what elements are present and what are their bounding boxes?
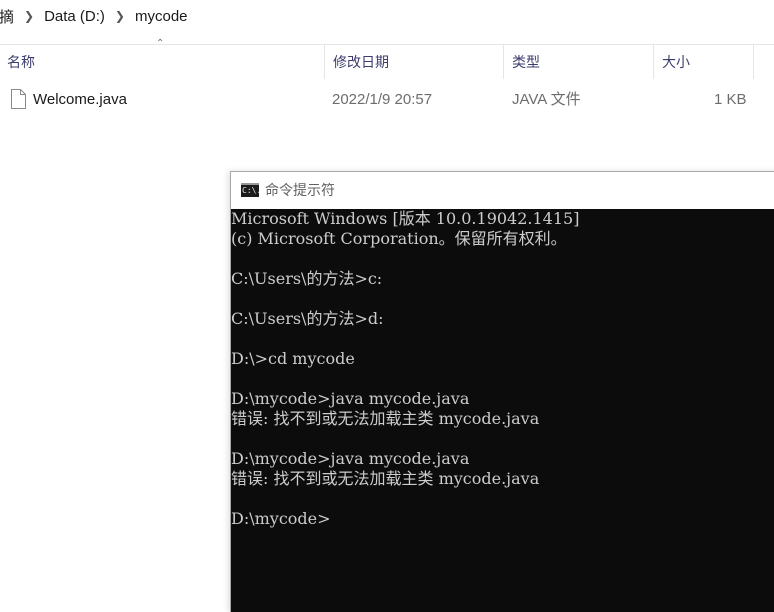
console-line: C:\Users\的方法>c: — [231, 269, 383, 288]
chevron-right-icon[interactable]: ❯ — [18, 9, 40, 23]
console-line: D:\mycode>java mycode.java — [231, 449, 470, 468]
console-line: C:\Users\的方法>d: — [231, 309, 384, 328]
breadcrumb-item-parent[interactable]: 摘 — [0, 6, 18, 27]
file-modified: 2022/1/9 20:57 — [332, 91, 433, 108]
column-header-modified[interactable]: 修改日期 — [333, 45, 389, 79]
chevron-right-icon[interactable]: ❯ — [109, 9, 131, 23]
sort-ascending-icon: ⌃ — [156, 38, 165, 49]
column-header-name[interactable]: 名称 — [7, 45, 35, 79]
column-header-type[interactable]: 类型 — [512, 45, 540, 79]
column-divider[interactable] — [324, 45, 325, 79]
file-row[interactable]: Welcome.java 2022/1/9 20:57 JAVA 文件 1 KB — [0, 86, 774, 114]
breadcrumb-item-data-drive[interactable]: Data (D:) — [40, 8, 109, 25]
address-breadcrumb: 摘 ❯ Data (D:) ❯ mycode — [0, 0, 774, 32]
console-line: D:\mycode>java mycode.java — [231, 389, 470, 408]
console-line: 错误: 找不到或无法加载主类 mycode.java — [231, 409, 540, 428]
column-divider[interactable] — [753, 45, 754, 79]
console-line: D:\>cd mycode — [231, 349, 355, 368]
file-size: 1 KB — [714, 91, 747, 108]
console-line: Microsoft Windows [版本 10.0.19042.1415] — [231, 209, 580, 228]
column-header-size[interactable]: 大小 — [662, 45, 690, 79]
file-type: JAVA 文件 — [512, 91, 581, 108]
cmd-icon: C:\. — [241, 183, 259, 197]
cmd-titlebar[interactable]: C:\. 命令提示符 — [231, 172, 774, 209]
column-divider[interactable] — [503, 45, 504, 79]
cmd-console-output[interactable]: Microsoft Windows [版本 10.0.19042.1415] (… — [231, 209, 774, 612]
console-line: (c) Microsoft Corporation。保留所有权利。 — [231, 229, 567, 248]
cmd-title: 命令提示符 — [265, 182, 335, 198]
console-prompt-line[interactable]: D:\mycode> — [231, 509, 331, 529]
command-prompt-window[interactable]: C:\. 命令提示符 Microsoft Windows [版本 10.0.19… — [230, 171, 774, 612]
file-name[interactable]: Welcome.java — [33, 86, 127, 114]
column-divider[interactable] — [653, 45, 654, 79]
file-icon — [11, 89, 26, 109]
console-line: 错误: 找不到或无法加载主类 mycode.java — [231, 469, 540, 488]
breadcrumb-item-mycode[interactable]: mycode — [131, 8, 192, 25]
file-list-header: ⌃ 名称 修改日期 类型 大小 — [0, 38, 774, 79]
